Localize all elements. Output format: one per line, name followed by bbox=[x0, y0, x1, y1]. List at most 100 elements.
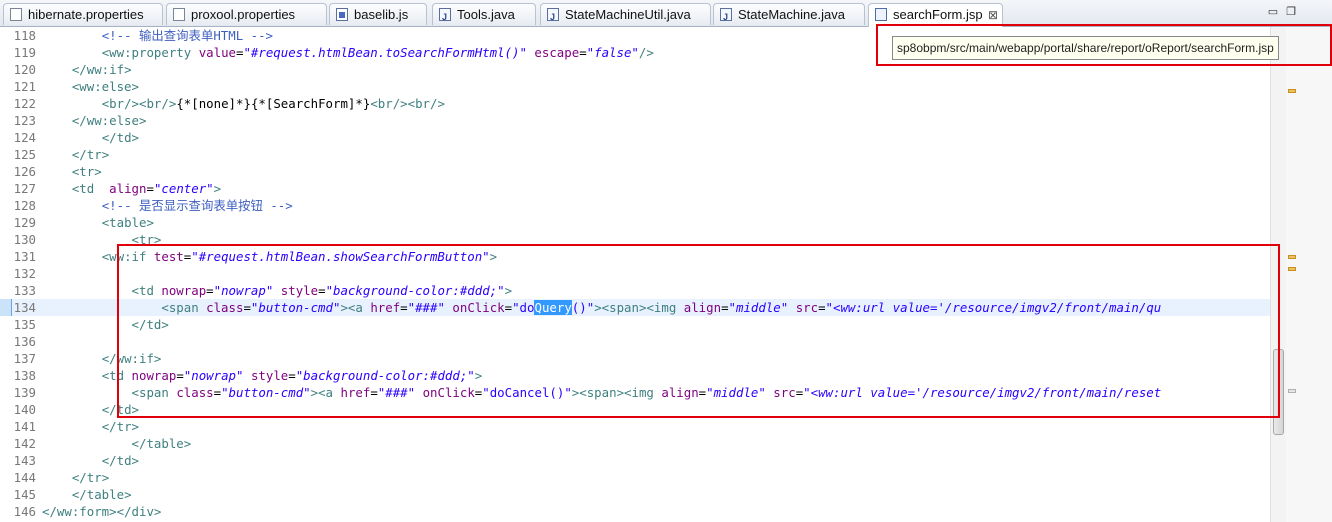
code-editor[interactable]: 118 <!-- 输出查询表单HTML --> 119 <ww:property … bbox=[0, 27, 1270, 522]
tab-label: StateMachine.java bbox=[738, 7, 845, 22]
overview-marker[interactable] bbox=[1288, 89, 1296, 93]
code-text: <ww:if test="#request.htmlBean.showSearc… bbox=[101, 249, 498, 264]
code-line[interactable]: 131 <ww:if test="#request.htmlBean.showS… bbox=[0, 248, 1270, 265]
code-text: <span class="button-cmd"><a href="###" o… bbox=[131, 385, 1162, 400]
code-line[interactable]: 138 <td nowrap="nowrap" style="backgroun… bbox=[0, 367, 1270, 384]
tab-label: hibernate.properties bbox=[28, 7, 144, 22]
line-number: 129 bbox=[13, 215, 36, 230]
code-text: <ww:else> bbox=[71, 79, 139, 94]
code-text: </ww:if> bbox=[101, 351, 162, 366]
code-text: </table> bbox=[71, 487, 132, 502]
line-number: 145 bbox=[13, 487, 36, 502]
overview-marker[interactable] bbox=[1288, 255, 1296, 259]
tab-baselib-js[interactable]: baselib.js bbox=[329, 3, 427, 25]
line-number: 141 bbox=[13, 419, 36, 434]
code-line[interactable]: 146 </ww:form></div> bbox=[0, 503, 1270, 520]
line-number: 136 bbox=[13, 334, 36, 349]
line-number: 130 bbox=[13, 232, 36, 247]
code-line[interactable]: 127 <td align="center"> bbox=[0, 180, 1270, 197]
maximize-icon[interactable]: ❐ bbox=[1286, 6, 1304, 18]
line-number: 137 bbox=[13, 351, 36, 366]
js-file-icon bbox=[336, 8, 348, 21]
line-number: 120 bbox=[13, 62, 36, 77]
code-text: <!-- 是否显示查询表单按钮 --> bbox=[101, 198, 293, 213]
tab-searchform-jsp[interactable]: searchForm.jsp ⊠ bbox=[868, 3, 1003, 27]
line-number: 134 bbox=[13, 300, 36, 315]
code-text: </ww:form></div> bbox=[42, 504, 162, 519]
code-line[interactable]: 124 </td> bbox=[0, 129, 1270, 146]
code-text: <td align="center"> bbox=[71, 181, 222, 196]
overview-marker[interactable] bbox=[1288, 389, 1296, 393]
code-text: </td> bbox=[101, 130, 139, 145]
code-text: <tr> bbox=[71, 164, 102, 179]
tab-tools-java[interactable]: Tools.java bbox=[432, 3, 536, 25]
code-text: <!-- 输出查询表单HTML --> bbox=[101, 28, 274, 43]
code-text: </td> bbox=[101, 402, 139, 417]
line-number: 146 bbox=[13, 504, 36, 519]
code-text: <br/><br/>{*[none]*}{*[SearchForm]*}<br/… bbox=[101, 96, 445, 111]
vertical-scrollbar[interactable] bbox=[1270, 27, 1286, 522]
java-file-icon bbox=[547, 6, 559, 25]
code-line[interactable]: 126 <tr> bbox=[0, 163, 1270, 180]
code-text: <ww:property value="#request.htmlBean.to… bbox=[101, 45, 654, 60]
code-text: </tr> bbox=[71, 470, 110, 485]
code-text: <td nowrap="nowrap" style="background-co… bbox=[131, 283, 513, 298]
line-number: 133 bbox=[13, 283, 36, 298]
tab-label: baselib.js bbox=[354, 7, 409, 22]
code-text: </table> bbox=[131, 436, 192, 451]
tab-label: StateMachineUtil.java bbox=[565, 7, 691, 22]
code-line[interactable]: 143 </td> bbox=[0, 452, 1270, 469]
code-line[interactable]: 139 <span class="button-cmd"><a href="##… bbox=[0, 384, 1270, 401]
line-number: 144 bbox=[13, 470, 36, 485]
code-line[interactable]: 130 <tr> bbox=[0, 231, 1270, 248]
minimize-icon[interactable]: ▭ bbox=[1268, 6, 1286, 18]
line-number: 138 bbox=[13, 368, 36, 383]
code-text: </ww:else> bbox=[71, 113, 147, 128]
code-text: </tr> bbox=[101, 419, 139, 434]
code-line[interactable]: 129 <table> bbox=[0, 214, 1270, 231]
code-line[interactable]: 142 </table> bbox=[0, 435, 1270, 452]
line-number: 128 bbox=[13, 198, 36, 213]
code-line[interactable]: 128 <!-- 是否显示查询表单按钮 --> bbox=[0, 197, 1270, 214]
code-line[interactable]: 120 </ww:if> bbox=[0, 61, 1270, 78]
overview-ruler[interactable] bbox=[1286, 27, 1332, 522]
line-number: 131 bbox=[13, 249, 36, 264]
code-line[interactable]: 135 </td> bbox=[0, 316, 1270, 333]
code-line[interactable]: 122 <br/><br/>{*[none]*}{*[SearchForm]*}… bbox=[0, 95, 1270, 112]
code-line[interactable]: 141 </tr> bbox=[0, 418, 1270, 435]
line-number: 127 bbox=[13, 181, 36, 196]
code-text: <td nowrap="nowrap" style="background-co… bbox=[101, 368, 483, 383]
line-number: 124 bbox=[13, 130, 36, 145]
code-line[interactable]: 137 </ww:if> bbox=[0, 350, 1270, 367]
line-number: 126 bbox=[13, 164, 36, 179]
tab-statemachineutil-java[interactable]: StateMachineUtil.java bbox=[540, 3, 711, 25]
line-number: 142 bbox=[13, 436, 36, 451]
code-line[interactable]: 123 </ww:else> bbox=[0, 112, 1270, 129]
code-text: </ww:if> bbox=[71, 62, 132, 77]
code-text: <span class="button-cmd"><a href="###" o… bbox=[161, 300, 1162, 315]
code-line[interactable]: 134 <span class="button-cmd"><a href="##… bbox=[0, 299, 1270, 316]
code-text: </td> bbox=[101, 453, 139, 468]
line-number: 118 bbox=[13, 28, 36, 43]
code-line[interactable]: 145 </table> bbox=[0, 486, 1270, 503]
properties-file-icon bbox=[10, 8, 22, 21]
properties-file-icon bbox=[173, 8, 185, 21]
tab-proxool-properties[interactable]: proxool.properties bbox=[166, 3, 327, 25]
code-line[interactable]: 132 bbox=[0, 265, 1270, 282]
tab-statemachine-java[interactable]: StateMachine.java bbox=[713, 3, 865, 25]
overview-marker[interactable] bbox=[1288, 267, 1296, 271]
code-line[interactable]: 144 </tr> bbox=[0, 469, 1270, 486]
tab-hibernate-properties[interactable]: hibernate.properties bbox=[3, 3, 163, 25]
scrollbar-thumb[interactable] bbox=[1273, 349, 1284, 435]
line-number: 123 bbox=[13, 113, 36, 128]
line-number: 122 bbox=[13, 96, 36, 111]
code-line[interactable]: 125 </tr> bbox=[0, 146, 1270, 163]
code-line[interactable]: 133 <td nowrap="nowrap" style="backgroun… bbox=[0, 282, 1270, 299]
code-line[interactable]: 121 <ww:else> bbox=[0, 78, 1270, 95]
code-line[interactable]: 140 </td> bbox=[0, 401, 1270, 418]
line-number: 119 bbox=[13, 45, 36, 60]
code-line[interactable]: 136 bbox=[0, 333, 1270, 350]
close-tab-icon[interactable]: ⊠ bbox=[988, 4, 998, 26]
tab-label: proxool.properties bbox=[191, 7, 296, 22]
line-number: 140 bbox=[13, 402, 36, 417]
